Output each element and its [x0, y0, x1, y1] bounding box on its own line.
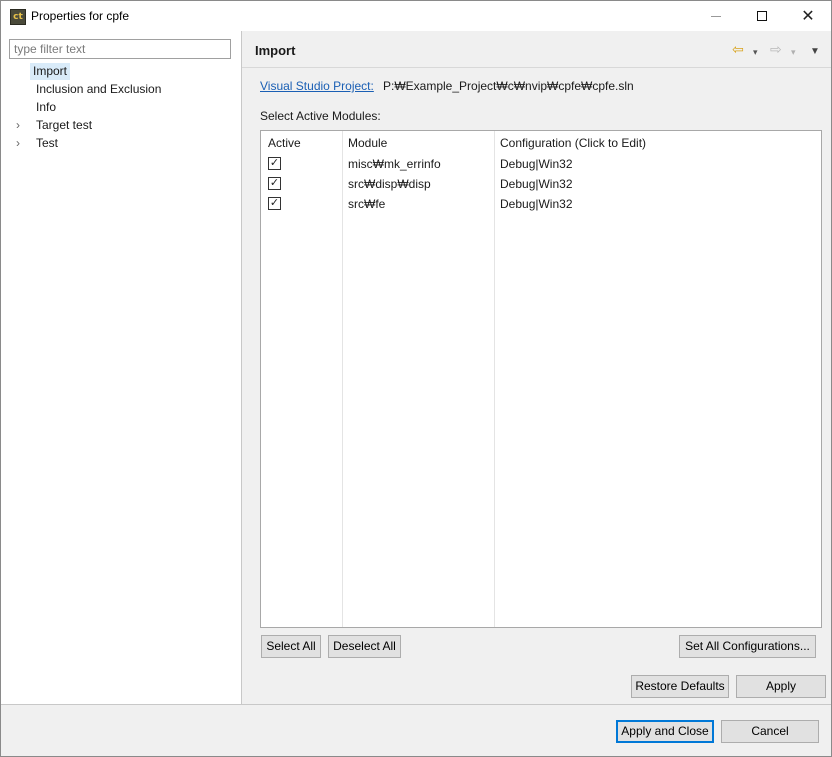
apply-button[interactable]: Apply [736, 675, 826, 698]
configuration-cell[interactable]: Debug|Win32 [500, 197, 573, 211]
close-button[interactable]: ✕ [785, 1, 831, 31]
modules-table: Active Module Configuration (Click to Ed… [260, 130, 822, 628]
sidebar-item-label: Import [30, 63, 71, 80]
active-checkbox[interactable]: ✓ [268, 157, 281, 170]
table-row[interactable]: ✓ src₩fe Debug|Win32 [261, 194, 821, 214]
select-all-button[interactable]: Select All [261, 635, 321, 658]
view-menu-icon[interactable]: ▼ [810, 44, 820, 60]
sidebar-item-label: Target test [36, 118, 93, 132]
sidebar-item-inclusion-exclusion[interactable]: Inclusion and Exclusion [1, 81, 241, 98]
properties-dialog: ct Properties for cpfe ✕ Import Inclusio… [0, 0, 832, 757]
maximize-icon [757, 11, 767, 21]
sidebar-item-label: Info [36, 100, 57, 114]
minimize-icon [711, 15, 721, 17]
header-separator [242, 67, 831, 68]
configuration-cell[interactable]: Debug|Win32 [500, 177, 573, 191]
filter-input[interactable] [9, 39, 231, 59]
dialog-footer: Apply and Close Cancel [1, 704, 831, 756]
apply-and-close-button[interactable]: Apply and Close [616, 720, 714, 743]
column-header-module[interactable]: Module [348, 136, 387, 150]
maximize-button[interactable] [739, 1, 785, 31]
visual-studio-project-link[interactable]: Visual Studio Project: [260, 79, 374, 93]
app-icon: ct [10, 9, 26, 25]
close-icon: ✕ [801, 8, 815, 25]
project-path: P:₩Example_Project₩c₩nvip₩cpfe₩cpfe.sln [383, 79, 634, 93]
modules-label: Select Active Modules: [260, 109, 381, 123]
table-row[interactable]: ✓ src₩disp₩disp Debug|Win32 [261, 174, 821, 194]
column-header-active[interactable]: Active [268, 136, 301, 150]
table-row[interactable]: ✓ misc₩mk_errinfo Debug|Win32 [261, 154, 821, 174]
cancel-button[interactable]: Cancel [721, 720, 819, 743]
set-all-configurations-button[interactable]: Set All Configurations... [679, 635, 816, 658]
sidebar-item-label: Inclusion and Exclusion [36, 82, 162, 96]
forward-dropdown-icon[interactable]: ▾ [791, 44, 796, 60]
active-checkbox[interactable]: ✓ [268, 177, 281, 190]
main-panel: Import ⇦ ▾ ⇨ ▾ ▼ Visual Studio Project: … [242, 31, 831, 704]
minimize-button[interactable] [693, 1, 739, 31]
deselect-all-button[interactable]: Deselect All [328, 635, 401, 658]
chevron-right-icon[interactable]: › [16, 135, 20, 152]
sidebar-item-target-test[interactable]: › Target test [1, 117, 241, 134]
module-cell: src₩disp₩disp [348, 177, 431, 191]
page-title: Import [255, 43, 296, 58]
sidebar-item-import[interactable]: Import [1, 63, 241, 80]
window-title: Properties for cpfe [31, 9, 130, 23]
back-dropdown-icon[interactable]: ▾ [753, 44, 758, 60]
module-cell: misc₩mk_errinfo [348, 157, 441, 171]
module-cell: src₩fe [348, 197, 386, 211]
sidebar-item-info[interactable]: Info [1, 99, 241, 116]
chevron-right-icon[interactable]: › [16, 117, 20, 134]
sidebar-item-test[interactable]: › Test [1, 135, 241, 152]
forward-arrow-icon[interactable]: ⇨ [770, 41, 782, 57]
back-arrow-icon[interactable]: ⇦ [732, 41, 744, 57]
restore-defaults-button[interactable]: Restore Defaults [631, 675, 729, 698]
active-checkbox[interactable]: ✓ [268, 197, 281, 210]
sidebar-item-label: Test [36, 136, 59, 150]
title-bar: ct Properties for cpfe ✕ [1, 1, 831, 31]
column-header-configuration[interactable]: Configuration (Click to Edit) [500, 136, 646, 150]
sidebar: Import Inclusion and Exclusion Info › Ta… [1, 31, 241, 704]
configuration-cell[interactable]: Debug|Win32 [500, 157, 573, 171]
page-header: Import ⇦ ▾ ⇨ ▾ ▼ [242, 31, 831, 67]
